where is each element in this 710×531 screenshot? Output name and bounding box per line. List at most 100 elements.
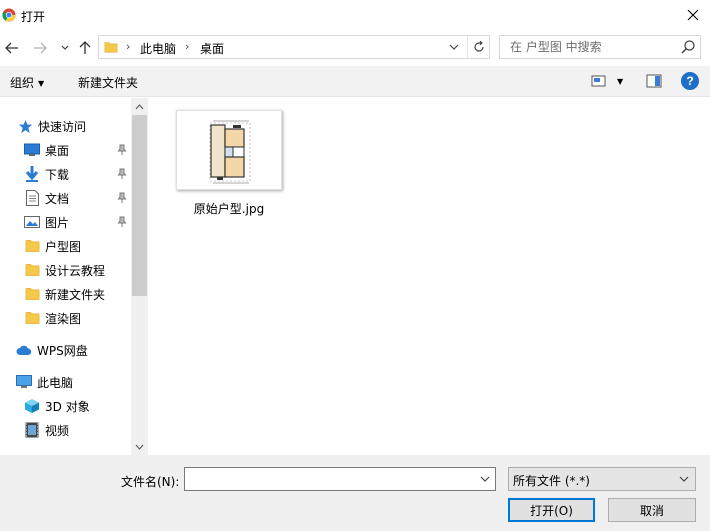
document-icon xyxy=(24,190,40,206)
chevron-up-icon xyxy=(135,103,144,109)
filename-combobox[interactable] xyxy=(184,467,496,491)
search-box[interactable] xyxy=(499,35,701,59)
sidebar-item-label: 3D 对象 xyxy=(45,399,90,414)
preview-pane-icon xyxy=(646,74,662,88)
sidebar-item-floorplans[interactable]: 户型图 xyxy=(24,235,81,257)
pin-icon[interactable] xyxy=(117,216,127,228)
sidebar-item-design-tutorial[interactable]: 设计云教程 xyxy=(24,259,105,281)
folder-icon xyxy=(24,238,40,254)
help-button[interactable]: ? xyxy=(681,72,699,90)
sidebar-item-pictures[interactable]: 图片 xyxy=(24,211,69,233)
sidebar-item-3d-objects[interactable]: 3D 对象 xyxy=(24,395,90,417)
dropdown-arrow-icon: ▼ xyxy=(38,79,45,88)
chrome-icon xyxy=(2,8,16,22)
pin-icon[interactable] xyxy=(117,192,127,204)
arrow-right-icon xyxy=(34,42,47,54)
sidebar-item-label: 渲染图 xyxy=(45,311,82,326)
3d-objects-icon xyxy=(24,398,40,414)
chevron-down-icon xyxy=(61,45,69,50)
breadcrumb-desktop[interactable]: 桌面 xyxy=(200,40,224,57)
video-icon xyxy=(24,422,40,438)
sidebar-item-this-pc[interactable]: 此电脑 xyxy=(16,371,73,393)
help-icon: ? xyxy=(686,74,694,88)
window-title: 打开 xyxy=(21,10,46,24)
sidebar-item-label: 快速访问 xyxy=(38,119,87,134)
title-bar: 打开 xyxy=(0,0,710,32)
dropdown-arrow-icon: ▼ xyxy=(617,76,624,86)
up-button[interactable] xyxy=(75,38,95,58)
pin-icon[interactable] xyxy=(117,144,127,156)
organize-button[interactable]: 组织 ▼ xyxy=(10,74,44,91)
sidebar-item-videos[interactable]: 视频 xyxy=(24,419,69,441)
scrollbar-thumb[interactable] xyxy=(132,115,147,296)
arrow-left-icon xyxy=(5,42,18,54)
sidebar-item-label: WPS网盘 xyxy=(37,343,88,358)
sidebar-item-desktop[interactable]: 桌面 xyxy=(24,139,69,161)
search-icon[interactable] xyxy=(680,39,696,55)
folder-icon xyxy=(24,262,40,278)
address-bar[interactable]: › 此电脑 › 桌面 xyxy=(98,35,490,59)
chevron-down-icon xyxy=(449,44,459,50)
sidebar-item-new-folder[interactable]: 新建文件夹 xyxy=(24,283,105,305)
sidebar-item-downloads[interactable]: 下载 xyxy=(24,163,69,185)
computer-icon xyxy=(16,374,32,390)
organize-label: 组织 xyxy=(10,76,35,90)
refresh-icon xyxy=(473,41,484,52)
new-folder-button[interactable]: 新建文件夹 xyxy=(78,74,138,91)
filetype-value: 所有文件 (*.*) xyxy=(513,474,590,488)
sidebar-item-label: 文档 xyxy=(45,191,70,206)
sidebar-item-label: 设计云教程 xyxy=(45,263,106,278)
sidebar-item-renderings[interactable]: 渲染图 xyxy=(24,307,81,329)
picture-icon xyxy=(24,214,40,230)
sidebar-item-quick-access[interactable]: 快速访问 xyxy=(17,115,86,137)
breadcrumb-separator: › xyxy=(126,40,131,53)
chevron-down-icon xyxy=(679,476,689,482)
chevron-down-icon xyxy=(135,444,144,450)
filetype-select[interactable]: 所有文件 (*.*) xyxy=(508,467,696,491)
forward-button[interactable] xyxy=(30,38,50,58)
scroll-up-button[interactable] xyxy=(131,98,148,115)
file-thumbnail[interactable] xyxy=(176,110,282,190)
sidebar-item-label: 图片 xyxy=(45,215,70,230)
sidebar-item-label: 户型图 xyxy=(45,239,82,254)
folder-icon xyxy=(104,42,118,53)
cancel-button[interactable]: 取消 xyxy=(608,498,696,522)
folder-icon xyxy=(24,310,40,326)
search-input[interactable] xyxy=(500,36,676,58)
breadcrumb-separator: › xyxy=(185,40,190,53)
sidebar-item-label: 视频 xyxy=(45,423,70,438)
preview-pane-button[interactable] xyxy=(646,72,662,90)
filename-input[interactable] xyxy=(185,468,473,490)
recent-locations-button[interactable] xyxy=(55,38,75,58)
chevron-down-icon xyxy=(480,476,490,482)
back-button[interactable] xyxy=(2,38,22,58)
navigation-pane: 快速访问 桌面 下载 文档 图片 户型图 设计云教程 新建文件夹 渲染图 WPS… xyxy=(0,98,148,455)
filename-dropdown-button[interactable] xyxy=(475,468,495,490)
filename-label: 文件名(N): xyxy=(121,475,180,489)
open-button[interactable]: 打开(O) xyxy=(508,498,595,522)
sidebar-item-label: 此电脑 xyxy=(37,375,74,390)
sidebar-item-label: 桌面 xyxy=(45,143,70,158)
file-name-label[interactable]: 原始户型.jpg xyxy=(176,200,282,217)
star-icon xyxy=(17,118,33,134)
close-icon xyxy=(687,9,699,21)
pin-icon[interactable] xyxy=(117,168,127,180)
refresh-button[interactable] xyxy=(467,36,489,58)
close-button[interactable] xyxy=(676,0,710,30)
floorplan-thumbnail-image xyxy=(177,111,281,189)
scroll-down-button[interactable] xyxy=(131,438,148,455)
desktop-icon xyxy=(24,142,40,158)
arrow-up-icon xyxy=(79,41,91,54)
sidebar-item-documents[interactable]: 文档 xyxy=(24,187,69,209)
sidebar-item-label: 新建文件夹 xyxy=(45,287,106,302)
change-view-button[interactable]: ▼ xyxy=(591,72,623,90)
command-toolbar: 组织 ▼ 新建文件夹 ▼ ? xyxy=(0,66,710,97)
filetype-dropdown-button[interactable] xyxy=(675,468,693,490)
sidebar-item-wps-drive[interactable]: WPS网盘 xyxy=(16,339,88,361)
folder-icon xyxy=(24,286,40,302)
navigation-scrollbar[interactable] xyxy=(131,98,148,455)
sidebar-item-label: 下载 xyxy=(45,167,70,182)
breadcrumb-this-pc[interactable]: 此电脑 xyxy=(140,40,176,57)
view-options-icon xyxy=(591,75,606,87)
address-dropdown-button[interactable] xyxy=(443,36,465,58)
